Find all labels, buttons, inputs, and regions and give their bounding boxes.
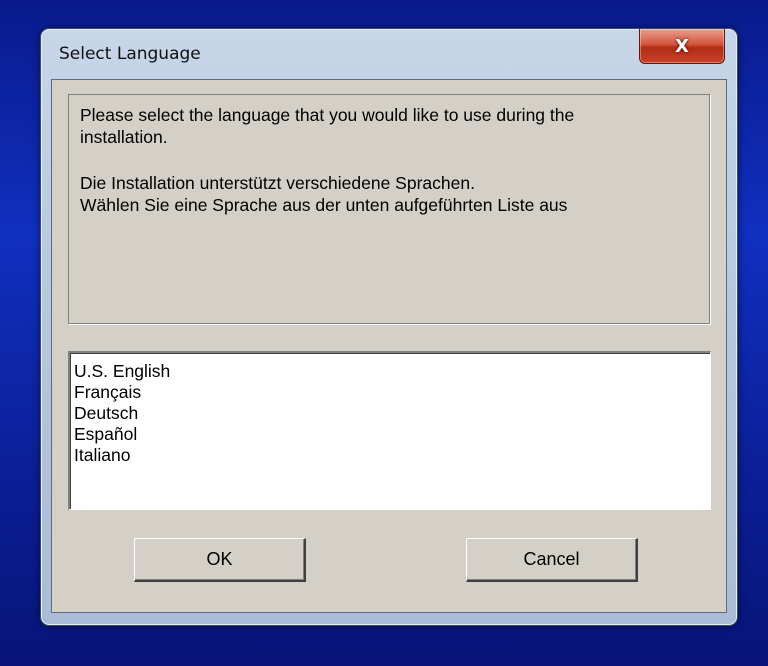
language-item-deutsch[interactable]: Deutsch xyxy=(74,403,138,423)
ok-button[interactable]: OK xyxy=(134,538,306,582)
close-icon: X xyxy=(675,35,689,57)
language-item-us-english[interactable]: U.S. English xyxy=(74,361,170,381)
message-line: Die Installation unterstützt verschieden… xyxy=(80,173,475,193)
message-line: Please select the language that you woul… xyxy=(80,105,575,125)
cancel-button[interactable]: Cancel xyxy=(466,538,638,582)
message-line: installation. xyxy=(80,127,168,147)
language-item-italiano[interactable]: Italiano xyxy=(74,445,130,465)
message-line: Wählen Sie eine Sprache aus der unten au… xyxy=(80,195,568,215)
close-button[interactable]: X xyxy=(639,29,725,64)
dialog-client-area: Please select the language that you woul… xyxy=(51,79,727,613)
language-listbox[interactable]: U.S. English Français Deutsch Español It… xyxy=(68,351,711,510)
dialog-window: Select Language X Please select the lang… xyxy=(40,28,738,626)
window-title: Select Language xyxy=(59,44,201,64)
language-item-francais[interactable]: Français xyxy=(74,382,141,402)
message-panel: Please select the language that you woul… xyxy=(68,94,710,324)
language-item-espanol[interactable]: Español xyxy=(74,424,137,444)
